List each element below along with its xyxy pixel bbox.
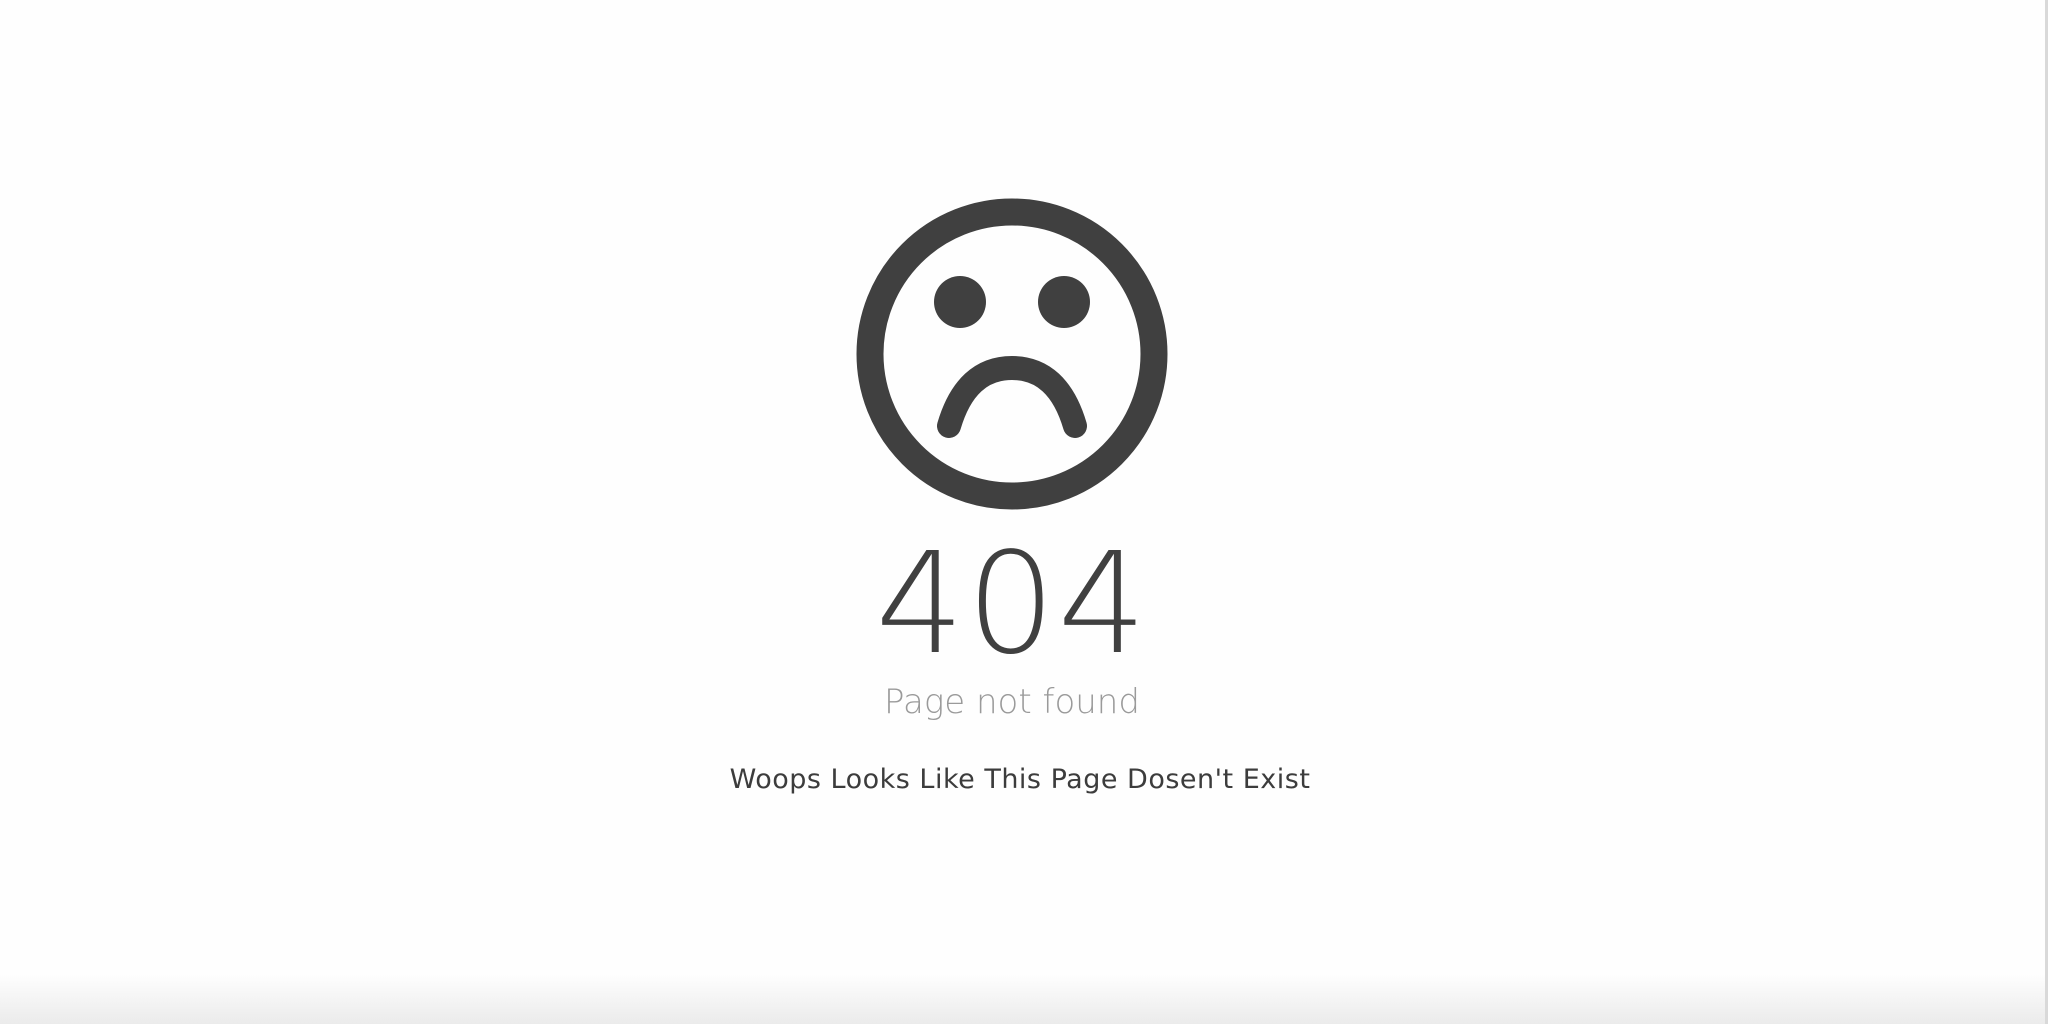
error-message: Woops Looks Like This Page Dosen't Exist — [729, 764, 1311, 795]
sad-face-icon — [856, 198, 1168, 510]
right-eye — [1038, 276, 1090, 328]
error-code: 404 — [875, 523, 1149, 686]
left-eye — [934, 276, 986, 328]
face-outline — [856, 198, 1168, 510]
error-page: 404 Page not found Woops Looks Like This… — [0, 0, 2048, 1024]
error-subtitle: Page not found — [884, 682, 1140, 722]
bottom-shadow — [0, 974, 2045, 1024]
frown-mouth — [937, 355, 1087, 438]
